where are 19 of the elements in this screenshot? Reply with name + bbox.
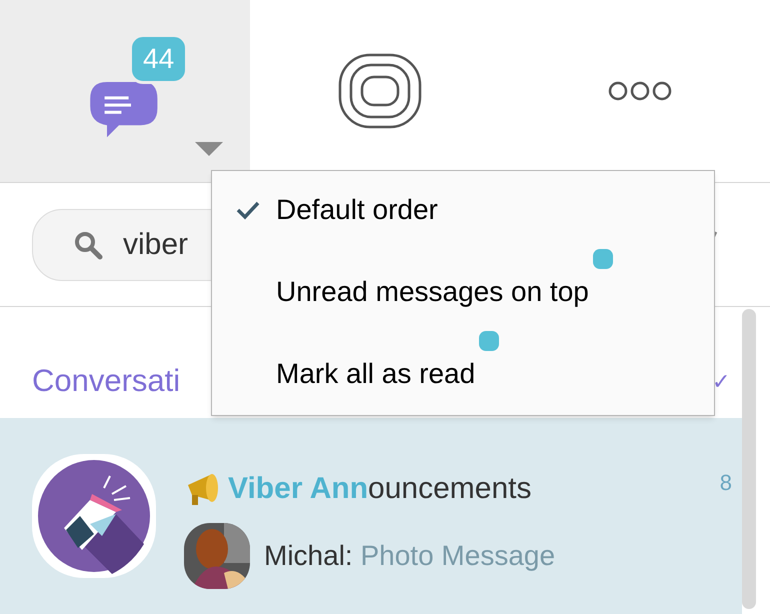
more-icon	[607, 80, 673, 102]
menu-item[interactable]: Mark all as read	[212, 357, 714, 391]
search-icon	[73, 230, 103, 260]
conversation-title: Viber Announcements	[228, 471, 532, 507]
message-text: Photo Message	[360, 540, 556, 571]
menu-item-label: Mark all as read	[276, 357, 476, 391]
check-mark: ✓	[712, 368, 730, 396]
sender-name: Michal:	[264, 540, 353, 571]
menu-item-label: Default order	[276, 193, 438, 227]
search-text: viber	[123, 227, 188, 263]
menu-item[interactable]: Unread messages on top	[212, 275, 714, 309]
caret-icon[interactable]	[193, 140, 225, 158]
concentric-squares-icon	[338, 53, 422, 129]
conversation-time: 8	[720, 469, 732, 497]
menu-item-label: Unread messages on top	[276, 275, 589, 309]
menu-item[interactable]: Default order	[212, 193, 714, 227]
section-heading: Conversati	[32, 362, 180, 400]
scrollbar[interactable]	[742, 309, 756, 609]
conversation-row[interactable]: Viber Announcements 8 Michal: Photo Message	[0, 418, 742, 614]
